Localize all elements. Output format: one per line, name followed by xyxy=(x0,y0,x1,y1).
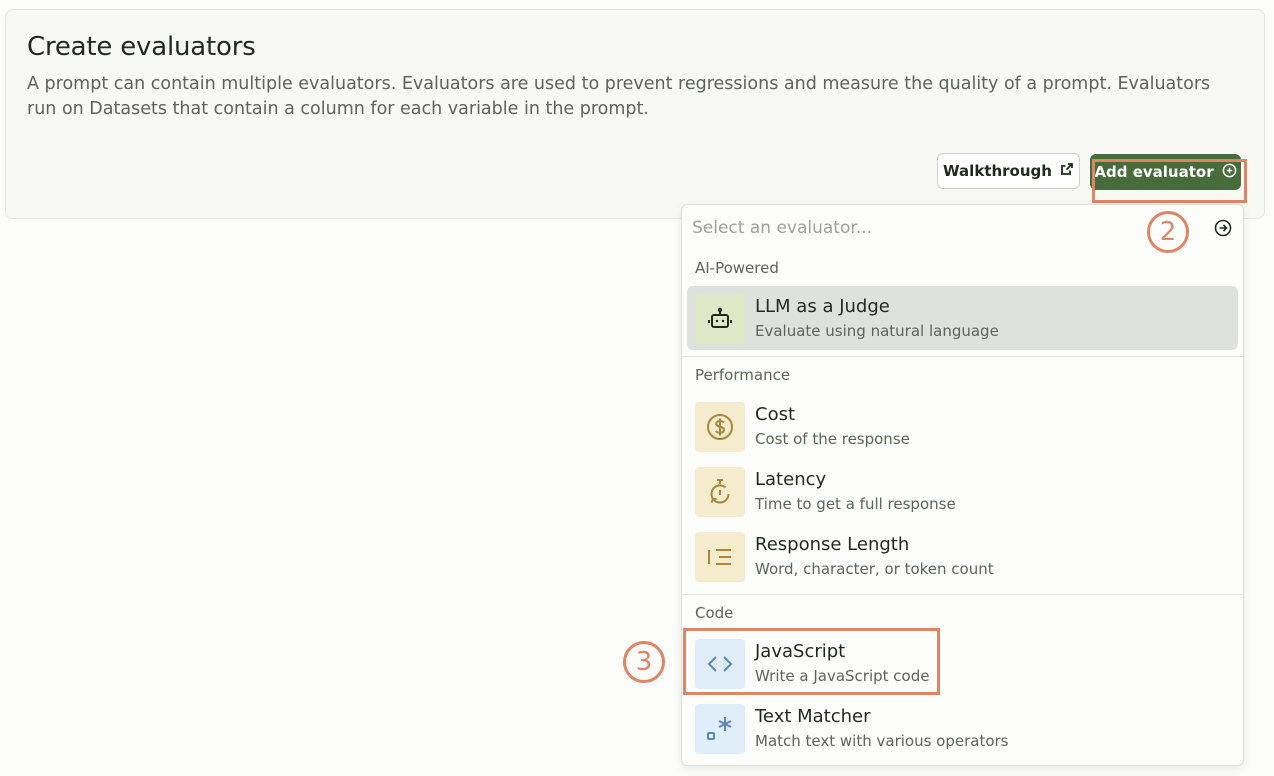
evaluator-search-input[interactable] xyxy=(692,215,1132,241)
evaluator-item-response-length[interactable]: Response Length Word, character, or toke… xyxy=(687,524,1238,588)
robot-icon xyxy=(695,294,745,344)
item-title: Text Matcher xyxy=(755,706,871,727)
evaluator-item-cost[interactable]: Cost Cost of the response xyxy=(687,394,1238,458)
item-subtitle: Match text with various operators xyxy=(755,732,1009,750)
item-title: Latency xyxy=(755,469,827,490)
arrow-right-circle-icon[interactable] xyxy=(1214,219,1232,237)
evaluator-item-text-matcher[interactable]: Text Matcher Match text with various ope… xyxy=(687,696,1238,760)
item-subtitle: Cost of the response xyxy=(755,430,910,448)
group-label-code: Code xyxy=(695,604,734,622)
external-link-icon xyxy=(1060,162,1074,180)
step-3-badge: 3 xyxy=(623,641,665,683)
highlight-add-evaluator xyxy=(1092,159,1247,203)
divider xyxy=(682,356,1243,357)
item-title: LLM as a Judge xyxy=(755,296,890,317)
group-label-ai-powered: AI-Powered xyxy=(695,259,779,277)
evaluator-item-latency[interactable]: Latency Time to get a full response xyxy=(687,459,1238,523)
text-length-icon xyxy=(695,532,745,582)
divider xyxy=(682,594,1243,595)
item-subtitle: Time to get a full response xyxy=(755,495,956,513)
dollar-icon xyxy=(695,402,745,452)
item-title: Response Length xyxy=(755,534,910,555)
highlight-javascript xyxy=(683,628,940,695)
step-2-badge: 2 xyxy=(1147,211,1189,253)
walkthrough-button[interactable]: Walkthrough xyxy=(937,153,1080,189)
timer-icon xyxy=(695,467,745,517)
regex-icon xyxy=(695,704,745,754)
walkthrough-label: Walkthrough xyxy=(943,162,1052,180)
group-label-performance: Performance xyxy=(695,366,791,384)
item-title: Cost xyxy=(755,404,796,425)
card-description: A prompt can contain multiple evaluators… xyxy=(27,74,1211,119)
item-subtitle: Word, character, or token count xyxy=(755,560,994,578)
page-title: Create evaluators xyxy=(27,32,256,62)
item-subtitle: Evaluate using natural language xyxy=(755,322,999,340)
evaluator-item-llm-judge[interactable]: LLM as a Judge Evaluate using natural la… xyxy=(687,286,1238,350)
